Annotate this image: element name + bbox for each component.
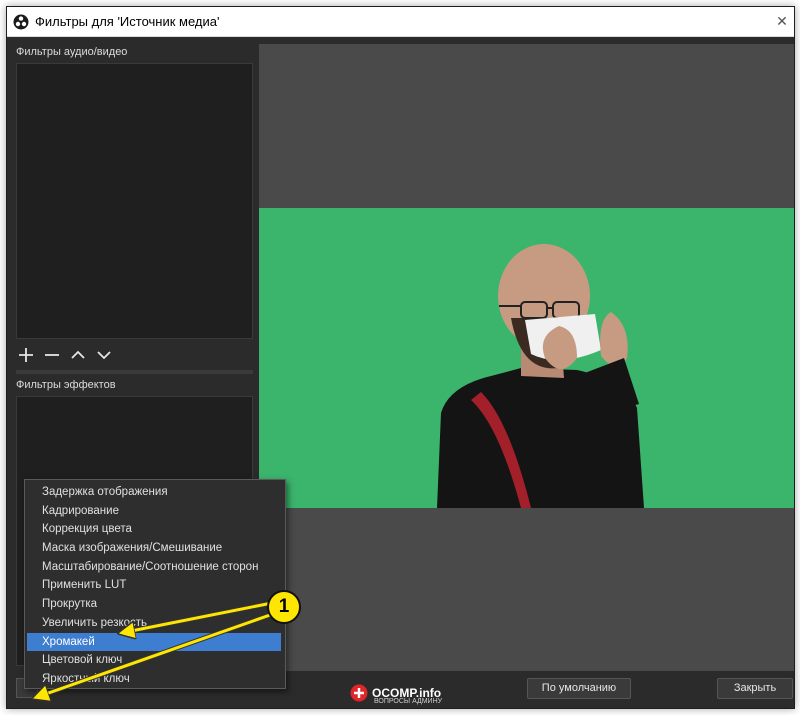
chevron-down-icon[interactable] <box>94 345 114 365</box>
menu-item-scaling-aspect[interactable]: Масштабирование/Соотношение сторон <box>25 558 285 577</box>
chevron-up-icon[interactable] <box>68 345 88 365</box>
minus-icon[interactable] <box>42 345 62 365</box>
defaults-button[interactable]: По умолчанию <box>527 678 631 699</box>
menu-item-color-key[interactable]: Цветовой ключ <box>25 651 285 670</box>
plus-icon[interactable] <box>16 345 36 365</box>
menu-item-chroma-key[interactable]: Хромакей <box>27 632 281 652</box>
watermark: OCOMP.info ВОПРОСЫ АДМИНУ <box>350 684 443 705</box>
preview-area <box>259 44 794 671</box>
menu-item-image-mask-blend[interactable]: Маска изображения/Смешивание <box>25 539 285 558</box>
obs-logo-icon <box>13 14 29 29</box>
menu-item-luma-key[interactable]: Яркостный ключ <box>25 670 285 689</box>
medical-cross-icon <box>350 684 368 702</box>
close-button[interactable]: Закрыть <box>717 678 793 699</box>
watermark-subtitle: ВОПРОСЫ АДМИНУ <box>374 698 443 705</box>
annotation-badge: 1 <box>267 590 301 624</box>
video-preview <box>259 208 794 508</box>
audio-video-filters-label: Фильтры аудио/видео <box>16 46 128 58</box>
menu-item-scroll[interactable]: Прокрутка <box>25 595 285 614</box>
add-filter-context-menu: Задержка отображения Кадрирование Коррек… <box>24 479 286 689</box>
audio-video-filters-list[interactable] <box>16 63 253 339</box>
audio-video-toolbar <box>16 345 114 365</box>
menu-item-sharpen[interactable]: Увеличить резкость <box>25 614 285 633</box>
menu-item-render-delay[interactable]: Задержка отображения <box>25 483 285 502</box>
close-window-icon[interactable]: ✕ <box>774 13 790 29</box>
menu-item-apply-lut[interactable]: Применить LUT <box>25 576 285 595</box>
effect-filters-label: Фильтры эффектов <box>16 379 116 391</box>
menu-item-color-correction[interactable]: Коррекция цвета <box>25 520 285 539</box>
menu-item-crop[interactable]: Кадрирование <box>25 502 285 521</box>
section-divider <box>16 370 253 374</box>
title-bar: Фильтры для 'Источник медиа' ✕ <box>7 7 794 37</box>
person-figure <box>437 244 644 508</box>
window-title: Фильтры для 'Источник медиа' <box>35 14 220 29</box>
